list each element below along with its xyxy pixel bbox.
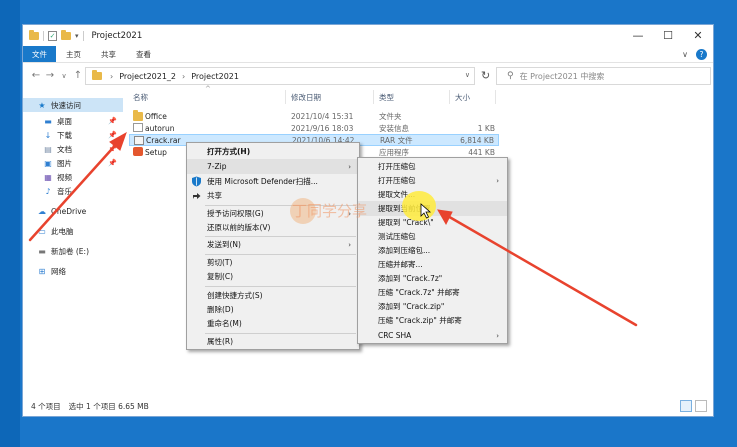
arrow-to-extract-here: [444, 213, 638, 327]
arrow-to-crack-file: [28, 138, 122, 242]
annotation-arrows: [28, 131, 638, 327]
arrow-head: [437, 209, 453, 226]
